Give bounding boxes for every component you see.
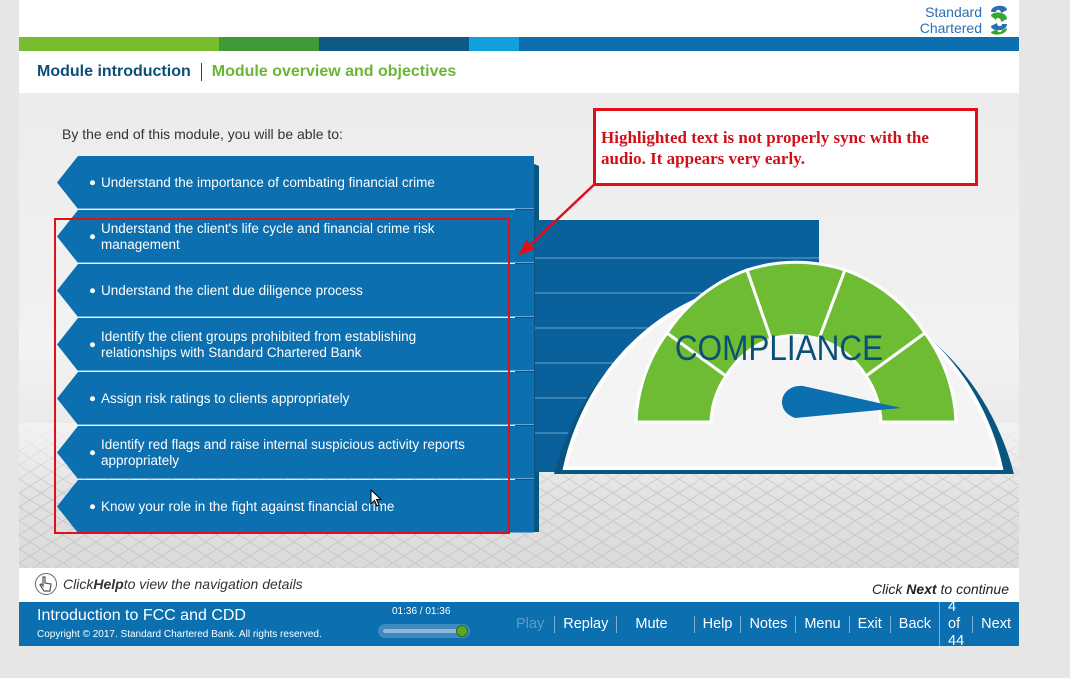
menu-button[interactable]: Menu bbox=[795, 615, 848, 633]
player-nav: Play Replay Mute Help Notes Menu Exit Ba… bbox=[508, 598, 1019, 650]
mute-button[interactable]: Mute bbox=[616, 615, 693, 633]
bullet-icon bbox=[90, 179, 95, 185]
continue-hint: Click Next to continue bbox=[872, 581, 1009, 597]
continue-hint-keyword: Next bbox=[906, 581, 937, 597]
notes-button[interactable]: Notes bbox=[740, 615, 795, 633]
play-button[interactable]: Play bbox=[508, 616, 552, 633]
exit-button[interactable]: Exit bbox=[848, 615, 890, 633]
annotation-highlight-rect bbox=[54, 218, 510, 534]
course-title: Introduction to FCC and CDD bbox=[37, 607, 246, 624]
continue-hint-prefix: Click bbox=[872, 581, 907, 597]
audio-progress-slider[interactable] bbox=[378, 624, 470, 638]
help-button[interactable]: Help bbox=[693, 615, 741, 633]
mouse-cursor-icon bbox=[370, 489, 382, 507]
hand-pointer-icon bbox=[35, 573, 57, 595]
help-hint-keyword: Help bbox=[93, 576, 124, 592]
help-hint-suffix: to view the navigation details bbox=[123, 576, 303, 592]
replay-button[interactable]: Replay bbox=[554, 615, 616, 633]
audio-progress-handle[interactable] bbox=[456, 625, 468, 637]
continue-hint-suffix: to continue bbox=[940, 581, 1010, 597]
audio-progress-fill bbox=[383, 629, 463, 633]
help-hint: Click Help to view the navigation detail… bbox=[35, 572, 303, 596]
copyright-text: Copyright © 2017. Standard Chartered Ban… bbox=[37, 629, 322, 640]
back-button[interactable]: Back bbox=[889, 615, 939, 633]
help-hint-prefix: Click bbox=[63, 576, 94, 592]
course-player: Standard Chartered Module introduction M… bbox=[19, 0, 1019, 650]
player-control-bar: Introduction to FCC and CDD Copyright © … bbox=[19, 598, 1019, 650]
objective-text: Understand the importance of combating f… bbox=[101, 174, 435, 190]
annotation-callout: Highlighted text is not properly sync wi… bbox=[593, 108, 978, 186]
timecode: 01:36 / 01:36 bbox=[392, 606, 451, 617]
page-counter: 4 of 44 bbox=[939, 598, 972, 650]
objective-item: Understand the importance of combating f… bbox=[57, 156, 534, 209]
next-button[interactable]: Next bbox=[972, 615, 1019, 633]
